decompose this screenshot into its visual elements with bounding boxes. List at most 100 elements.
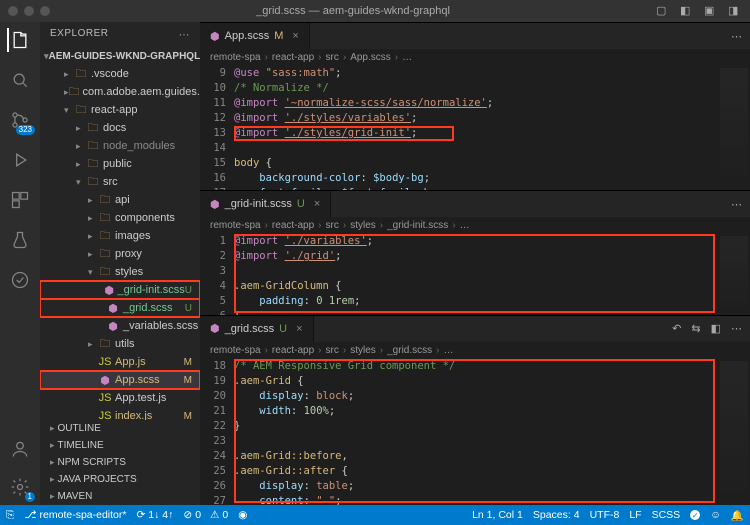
code-content-2[interactable]: @import './variables';@import './grid';.… xyxy=(234,234,750,315)
section-java-projects[interactable]: ▸JAVA PROJECTS xyxy=(40,471,200,488)
explorer-more-icon[interactable]: ⋯ xyxy=(179,28,191,41)
encoding[interactable]: UTF-8 xyxy=(590,509,620,521)
folder-item[interactable]: ▸🗀utils xyxy=(40,335,200,353)
cursor-position[interactable]: Ln 1, Col 1 xyxy=(472,509,523,521)
explorer-view-icon[interactable] xyxy=(7,28,31,52)
folder-item[interactable]: ▾🗀src xyxy=(40,173,200,191)
feedback-icon[interactable]: ☺ xyxy=(710,509,721,521)
code-content-3[interactable]: /* AEM Responsive Grid component */.aem-… xyxy=(234,359,750,505)
breadcrumb-segment[interactable]: src xyxy=(326,52,339,63)
breadcrumb-segment[interactable]: react-app xyxy=(272,220,314,231)
breadcrumb-segment[interactable]: remote-spa xyxy=(210,52,261,63)
debug-view-icon[interactable] xyxy=(8,148,32,172)
window-title: _grid.scss — aem-guides-wknd-graphql xyxy=(256,5,450,17)
code-area-3[interactable]: 181920212223242526272829 /* AEM Responsi… xyxy=(200,359,750,505)
toggle-panel-icon[interactable]: ▢ xyxy=(656,4,670,18)
split-icon[interactable]: ◧ xyxy=(711,322,721,335)
git-branch[interactable]: ⎇remote-spa-editor* xyxy=(24,509,126,521)
folder-item[interactable]: ▾🗀styles xyxy=(40,263,200,281)
toggle-bottom-icon[interactable]: ▣ xyxy=(704,4,718,18)
folder-item[interactable]: ▸🗀proxy xyxy=(40,245,200,263)
breadcrumb-segment[interactable]: remote-spa xyxy=(210,345,261,356)
folder-item[interactable]: ▾🗀react-app xyxy=(40,101,200,119)
editor-group-2: ⬢ _grid-init.scss U × ⋯ remote-spa›react… xyxy=(200,190,750,315)
folder-item[interactable]: ▸🗀com.adobe.aem.guides.wkn… xyxy=(40,83,200,101)
close-icon[interactable]: × xyxy=(314,198,320,210)
section-maven[interactable]: ▸MAVEN xyxy=(40,488,200,505)
eol[interactable]: LF xyxy=(629,509,641,521)
file-item[interactable]: ⬢_variables.scss xyxy=(40,317,200,335)
code-content-1[interactable]: @use "sass:math";/* Normalize */@import … xyxy=(234,66,750,190)
breadcrumb-2[interactable]: remote-spa›react-app›src›styles›_grid-in… xyxy=(200,217,750,234)
project-root[interactable]: ▾AEM-GUIDES-WKND-GRAPHQL xyxy=(40,47,200,65)
tab-grid-scss[interactable]: ⬢ _grid.scss U × xyxy=(200,316,314,342)
tab-app-scss[interactable]: ⬢ App.scss M × xyxy=(200,23,310,49)
minimap-2[interactable] xyxy=(720,236,748,313)
code-area-1[interactable]: 910111213141516171819 @use "sass:math";/… xyxy=(200,66,750,190)
folder-item[interactable]: ▸🗀node_modules xyxy=(40,137,200,155)
file-item[interactable]: JSApp.test.js xyxy=(40,389,200,407)
scm-view-icon[interactable]: 323 xyxy=(8,108,32,132)
section-timeline[interactable]: ▸TIMELINE xyxy=(40,437,200,454)
remote-indicator[interactable]: ⎘ xyxy=(6,509,14,522)
folder-item[interactable]: ▸🗀api xyxy=(40,191,200,209)
folder-item[interactable]: ▸🗀docs xyxy=(40,119,200,137)
file-item[interactable]: ⬢_grid.scssU xyxy=(40,299,200,317)
folder-item[interactable]: ▸🗀.vscode xyxy=(40,65,200,83)
minimap-3[interactable] xyxy=(720,361,748,503)
live-share-icon[interactable]: ◉ xyxy=(238,509,247,521)
folder-item[interactable]: ▸🗀images xyxy=(40,227,200,245)
more-icon[interactable]: ⋯ xyxy=(731,322,742,335)
prettier-status[interactable]: ✓ xyxy=(690,510,700,520)
task-view-icon[interactable] xyxy=(8,268,32,292)
minimap-1[interactable] xyxy=(720,68,748,188)
problems[interactable]: ⊘0 ⚠0 xyxy=(183,509,228,521)
breadcrumb-segment[interactable]: styles xyxy=(350,345,376,356)
section-outline[interactable]: ▸OUTLINE xyxy=(40,420,200,437)
tabs-3: ⬢ _grid.scss U × ↶ ⇆ ◧ ⋯ xyxy=(200,316,750,342)
breadcrumb-segment[interactable]: … xyxy=(443,345,453,356)
language-mode[interactable]: SCSS xyxy=(652,509,681,521)
breadcrumb-segment[interactable]: react-app xyxy=(272,345,314,356)
more-icon[interactable]: ⋯ xyxy=(731,198,742,211)
breadcrumb-segment[interactable]: _grid.scss xyxy=(387,345,432,356)
breadcrumb-segment[interactable]: src xyxy=(326,345,339,356)
close-icon[interactable]: × xyxy=(292,30,298,42)
test-view-icon[interactable] xyxy=(8,228,32,252)
minimize-window[interactable] xyxy=(24,6,34,16)
breadcrumb-1[interactable]: remote-spa›react-app›src›App.scss›… xyxy=(200,49,750,66)
settings-gear-icon[interactable]: 1 xyxy=(8,475,32,499)
tab-grid-init-scss[interactable]: ⬢ _grid-init.scss U × xyxy=(200,191,331,217)
folder-item[interactable]: ▸🗀components xyxy=(40,209,200,227)
breadcrumb-segment[interactable]: remote-spa xyxy=(210,220,261,231)
breadcrumb-segment[interactable]: src xyxy=(326,220,339,231)
sync-status[interactable]: ⟳1↓ 4↑ xyxy=(136,509,173,521)
breadcrumb-segment[interactable]: _grid-init.scss xyxy=(387,220,448,231)
code-area-2[interactable]: 123456 @import './variables';@import './… xyxy=(200,234,750,315)
accounts-icon[interactable] xyxy=(8,437,32,461)
extensions-view-icon[interactable] xyxy=(8,188,32,212)
folder-item[interactable]: ▸🗀public xyxy=(40,155,200,173)
breadcrumb-3[interactable]: remote-spa›react-app›src›styles›_grid.sc… xyxy=(200,342,750,359)
close-window[interactable] xyxy=(8,6,18,16)
zoom-window[interactable] xyxy=(40,6,50,16)
search-view-icon[interactable] xyxy=(8,68,32,92)
breadcrumb-segment[interactable]: App.scss xyxy=(350,52,391,63)
toggle-sidebar-icon[interactable]: ◧ xyxy=(680,4,694,18)
more-icon[interactable]: ⋯ xyxy=(731,30,742,43)
customize-layout-icon[interactable]: ◨ xyxy=(728,4,742,18)
revert-icon[interactable]: ↶ xyxy=(672,322,681,335)
diff-icon[interactable]: ⇆ xyxy=(691,322,700,335)
section-npm-scripts[interactable]: ▸NPM SCRIPTS xyxy=(40,454,200,471)
breadcrumb-segment[interactable]: react-app xyxy=(272,52,314,63)
close-icon[interactable]: × xyxy=(296,323,302,335)
indentation[interactable]: Spaces: 4 xyxy=(533,509,580,521)
breadcrumb-segment[interactable]: … xyxy=(460,220,470,231)
breadcrumb-segment[interactable]: … xyxy=(402,52,412,63)
breadcrumb-segment[interactable]: styles xyxy=(350,220,376,231)
notifications-icon[interactable]: 🔔 xyxy=(731,509,744,522)
file-item[interactable]: ⬢_grid-init.scssU xyxy=(40,281,200,299)
file-item[interactable]: JSApp.jsM xyxy=(40,353,200,371)
file-item[interactable]: JSindex.jsM xyxy=(40,407,200,420)
file-item[interactable]: ⬢App.scssM xyxy=(40,371,200,389)
